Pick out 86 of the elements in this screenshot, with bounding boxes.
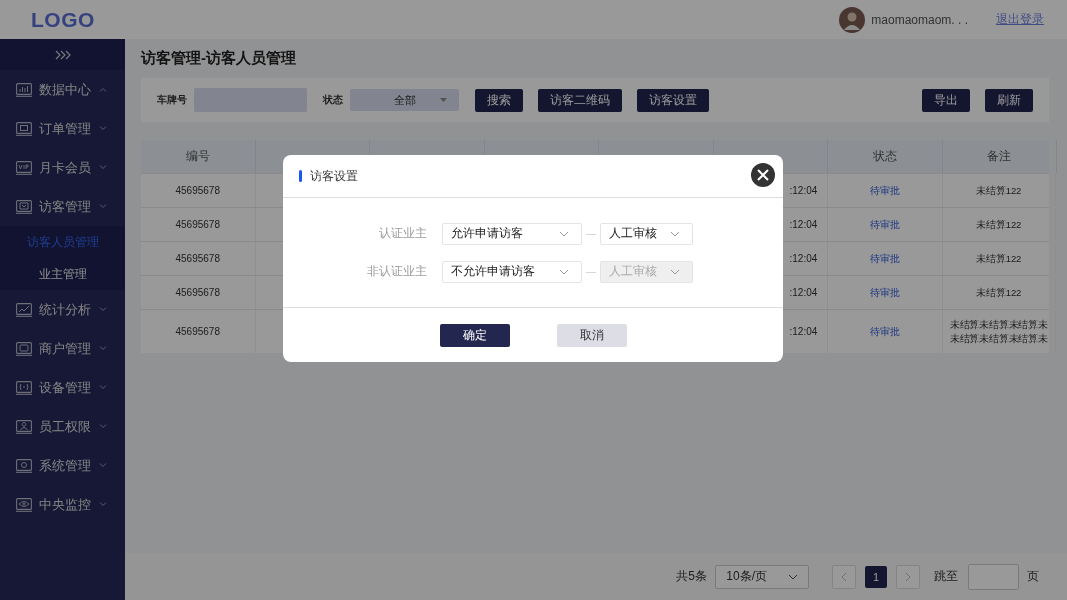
table-cell: 45695678 — [141, 242, 256, 275]
table-cell: :12:04 — [789, 219, 818, 230]
collapse-icon — [54, 49, 71, 60]
table-cell: 未结算122 — [942, 242, 1056, 275]
monitor-icon — [16, 458, 32, 473]
table-cell: 45695678 — [141, 174, 256, 207]
table-cell: 45695678 — [141, 208, 256, 241]
column-header: 编号 — [141, 140, 256, 173]
table-cell: 45695678 — [141, 310, 256, 353]
nav-item[interactable]: 设备管理 — [0, 368, 125, 407]
status-link[interactable]: 待审批 — [828, 208, 943, 241]
field-label: 认证业主 — [379, 225, 427, 242]
status-link[interactable]: 待审批 — [828, 310, 943, 353]
filter-button[interactable]: 访客设置 — [637, 88, 709, 112]
logo: LOGO — [31, 7, 95, 32]
mode-select[interactable]: 允许申请访客 — [442, 222, 582, 245]
chevron-left-icon — [841, 571, 847, 582]
collapse-button[interactable] — [0, 39, 125, 70]
vip-icon — [16, 160, 32, 175]
status-link[interactable]: 待审批 — [828, 276, 943, 309]
table-cell: 未结算122 — [942, 208, 1056, 241]
total-count: 共5条 — [676, 568, 707, 585]
plate-label: 车牌号 — [157, 93, 187, 107]
status-label: 状态 — [323, 93, 343, 107]
filter-button[interactable]: 搜索 — [475, 88, 523, 112]
confirm-button[interactable]: 确定 — [439, 323, 510, 347]
table-cell: :12:04 — [789, 326, 818, 337]
chevron-down-icon — [787, 573, 798, 580]
column-header: 备注 — [942, 140, 1057, 173]
table-cell: 未结算122 — [942, 174, 1056, 207]
logout-link[interactable]: 退出登录 — [996, 11, 1044, 28]
column-header: 状态 — [828, 140, 943, 173]
dialog-title: 访客设置 — [310, 167, 359, 185]
separator: — — [586, 266, 596, 277]
field-label: 非认证业主 — [367, 263, 427, 280]
action-button[interactable]: 导出 — [922, 88, 970, 112]
status-link[interactable]: 待审批 — [828, 242, 943, 275]
dropdown-icon — [440, 98, 447, 102]
avatar — [839, 6, 866, 33]
status-link[interactable]: 待审批 — [828, 174, 943, 207]
user-name: maomaomaom. . . — [871, 12, 968, 27]
page-unit-label: 页 — [1027, 568, 1039, 585]
nav-item[interactable]: 系统管理 — [0, 446, 125, 485]
separator: — — [586, 228, 596, 239]
nav-item[interactable]: 统计分析 — [0, 290, 125, 329]
signal-icon — [16, 380, 32, 395]
table-cell: :12:04 — [789, 185, 818, 196]
cancel-button[interactable]: 取消 — [556, 323, 627, 347]
sub-nav-item[interactable]: 业主管理 — [0, 258, 125, 290]
close-icon[interactable] — [751, 163, 775, 187]
chevron-down-icon — [559, 268, 569, 275]
page-button[interactable]: 1 — [865, 565, 887, 588]
nav-item[interactable]: 数据中心 — [0, 70, 125, 109]
nav-item[interactable]: 月卡会员 — [0, 148, 125, 187]
filter-button[interactable]: 访客二维码 — [538, 88, 622, 112]
bar-chart-icon — [16, 82, 32, 97]
monitor-icon — [16, 341, 32, 356]
nav-item[interactable]: 员工权限 — [0, 407, 125, 446]
table-cell: 45695678 — [141, 276, 256, 309]
chevron-down-icon — [559, 230, 569, 237]
page-jump-field[interactable] — [968, 563, 1019, 590]
chevron-right-icon — [905, 571, 911, 582]
page-title: 访客管理-访客人员管理 — [141, 49, 297, 68]
chevron-down-icon — [670, 268, 680, 275]
status-select[interactable]: 全部 — [350, 89, 459, 111]
person-icon — [16, 419, 32, 434]
table-cell: 未结算未结算未结算未未结算未结算未结算未 — [942, 310, 1056, 353]
jump-label: 跳至 — [934, 568, 958, 585]
nav-item[interactable]: 访客管理 — [0, 187, 125, 226]
table-cell: :12:04 — [789, 253, 818, 264]
table-cell: :12:04 — [789, 287, 818, 298]
chevron-down-icon — [670, 230, 680, 237]
nav-item[interactable]: 订单管理 — [0, 109, 125, 148]
eye-icon — [16, 497, 32, 512]
table-cell: 未结算122 — [942, 276, 1056, 309]
nav-item[interactable]: 中央监控 — [0, 485, 125, 524]
line-chart-icon — [16, 302, 32, 317]
monitor-icon — [16, 121, 32, 136]
action-button[interactable]: 刷新 — [985, 88, 1033, 112]
nav-item[interactable]: 商户管理 — [0, 329, 125, 368]
review-select[interactable]: 人工审核 — [600, 222, 693, 245]
prev-page-button[interactable] — [832, 564, 856, 589]
next-page-button[interactable] — [896, 564, 920, 589]
monitor-icon — [16, 199, 32, 214]
mode-select[interactable]: 不允许申请访客 — [442, 260, 582, 283]
page-size-select[interactable]: 10条/页 — [715, 564, 809, 589]
